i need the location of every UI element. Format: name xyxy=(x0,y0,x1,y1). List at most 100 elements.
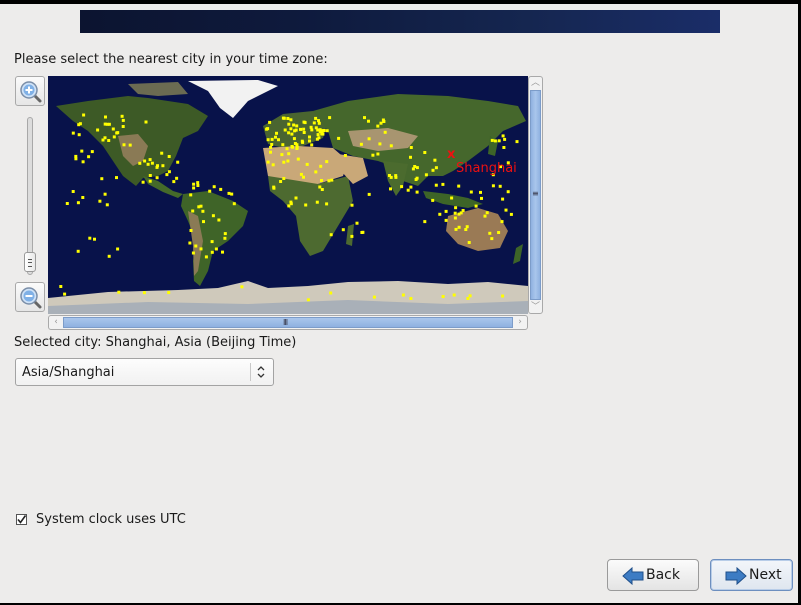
city-dot[interactable] xyxy=(148,179,152,183)
city-dot[interactable] xyxy=(76,201,80,205)
city-dot[interactable] xyxy=(320,188,324,191)
city-dot[interactable] xyxy=(199,247,203,251)
city-dot[interactable] xyxy=(167,291,171,294)
city-dot[interactable] xyxy=(150,161,154,165)
city-dot[interactable] xyxy=(282,177,286,180)
map-horizontal-scroll-thumb[interactable] xyxy=(63,317,513,328)
city-dot[interactable] xyxy=(270,137,274,141)
city-dot[interactable] xyxy=(175,176,179,180)
city-dot[interactable] xyxy=(161,164,165,168)
timezone-combobox[interactable]: Asia/Shanghai xyxy=(15,358,274,386)
city-dot[interactable] xyxy=(464,228,468,231)
city-dot[interactable] xyxy=(308,135,311,139)
city-dot[interactable] xyxy=(211,214,215,218)
city-dot[interactable] xyxy=(490,237,494,241)
city-dot[interactable] xyxy=(142,291,146,295)
city-dot[interactable] xyxy=(504,208,508,212)
city-dot[interactable] xyxy=(160,151,164,155)
city-dot[interactable] xyxy=(316,133,320,137)
city-dot[interactable] xyxy=(287,131,291,135)
city-dot[interactable] xyxy=(299,127,302,131)
city-dot[interactable] xyxy=(450,196,454,200)
city-dot[interactable] xyxy=(293,129,297,133)
city-dot[interactable] xyxy=(128,143,132,147)
city-dot[interactable] xyxy=(88,236,92,240)
city-dot[interactable] xyxy=(289,200,293,204)
scroll-right-arrow-icon[interactable]: › xyxy=(515,316,525,328)
city-dot[interactable] xyxy=(290,132,294,136)
city-dot[interactable] xyxy=(401,293,405,297)
city-dot[interactable] xyxy=(210,250,214,254)
city-dot[interactable] xyxy=(367,192,371,196)
city-dot[interactable] xyxy=(74,157,78,161)
city-dot[interactable] xyxy=(112,135,116,139)
scroll-up-arrow-icon[interactable]: ︿ xyxy=(530,77,541,89)
city-dot[interactable] xyxy=(280,153,284,157)
city-dot[interactable] xyxy=(309,125,313,129)
city-dot[interactable] xyxy=(167,170,171,174)
city-dot[interactable] xyxy=(367,119,370,123)
city-dot[interactable] xyxy=(304,203,308,207)
city-dot[interactable] xyxy=(81,196,85,199)
world-map-canvas[interactable]: x Shanghai xyxy=(48,76,528,314)
city-dot[interactable] xyxy=(434,166,438,170)
city-dot[interactable] xyxy=(372,295,376,299)
city-dot[interactable] xyxy=(383,130,387,134)
city-dot[interactable] xyxy=(501,294,505,298)
city-dot[interactable] xyxy=(197,205,201,209)
city-dot[interactable] xyxy=(295,147,299,150)
city-dot[interactable] xyxy=(327,179,331,183)
city-dot[interactable] xyxy=(506,190,510,194)
city-dot[interactable] xyxy=(414,178,418,181)
city-dot[interactable] xyxy=(111,127,115,131)
city-dot[interactable] xyxy=(303,121,307,125)
city-dot[interactable] xyxy=(389,144,393,148)
city-dot[interactable] xyxy=(217,218,221,222)
city-dot[interactable] xyxy=(389,187,392,191)
city-dot[interactable] xyxy=(491,184,495,188)
city-dot[interactable] xyxy=(315,200,319,204)
city-dot[interactable] xyxy=(497,231,501,234)
city-dot[interactable] xyxy=(176,160,180,164)
city-dot[interactable] xyxy=(337,136,341,140)
city-dot[interactable] xyxy=(214,247,218,251)
city-dot[interactable] xyxy=(116,131,120,135)
city-dot[interactable] xyxy=(167,155,171,158)
city-dot[interactable] xyxy=(294,196,298,200)
city-dot[interactable] xyxy=(359,142,363,146)
city-dot[interactable] xyxy=(317,119,320,123)
city-dot[interactable] xyxy=(434,183,438,187)
city-dot[interactable] xyxy=(287,204,291,208)
city-dot[interactable] xyxy=(457,225,461,229)
city-dot[interactable] xyxy=(310,128,314,132)
city-dot[interactable] xyxy=(122,143,126,147)
city-dot[interactable] xyxy=(454,227,458,231)
city-dot[interactable] xyxy=(80,149,84,153)
city-dot[interactable] xyxy=(156,164,159,168)
city-dot[interactable] xyxy=(320,179,323,182)
city-dot[interactable] xyxy=(329,233,333,237)
city-dot[interactable] xyxy=(192,186,196,190)
city-dot[interactable] xyxy=(287,122,291,126)
city-dot[interactable] xyxy=(454,206,458,210)
city-dot[interactable] xyxy=(317,121,321,125)
city-dot[interactable] xyxy=(196,181,200,185)
city-dot[interactable] xyxy=(306,298,310,302)
city-dot[interactable] xyxy=(389,175,393,179)
city-dot[interactable] xyxy=(117,290,121,294)
city-dot[interactable] xyxy=(143,159,147,163)
city-dot[interactable] xyxy=(302,175,305,179)
city-dot[interactable] xyxy=(325,202,329,206)
city-dot[interactable] xyxy=(378,142,382,146)
scroll-down-arrow-icon[interactable]: ﹀ xyxy=(530,301,541,313)
city-dot[interactable] xyxy=(194,244,198,248)
city-dot[interactable] xyxy=(77,133,81,137)
city-dot[interactable] xyxy=(274,135,277,139)
city-dot[interactable] xyxy=(223,236,227,240)
city-dot[interactable] xyxy=(299,172,303,176)
city-dot[interactable] xyxy=(189,193,193,197)
city-dot[interactable] xyxy=(468,294,472,298)
city-dot[interactable] xyxy=(105,203,109,207)
city-dot[interactable] xyxy=(93,237,96,241)
city-dot[interactable] xyxy=(483,214,487,218)
